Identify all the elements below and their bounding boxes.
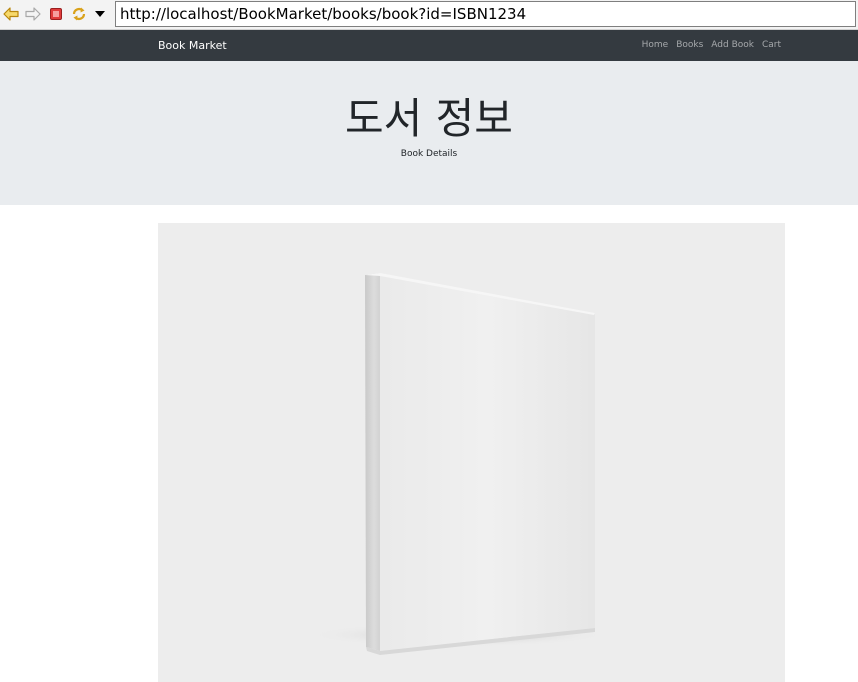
nav-link-home[interactable]: Home bbox=[642, 30, 669, 61]
page-title: 도서 정보 bbox=[345, 94, 513, 143]
jumbotron: 도서 정보 Book Details bbox=[0, 61, 858, 205]
nav-link-books[interactable]: Books bbox=[676, 30, 703, 61]
navbar: Book Market Home Books Add Book Cart bbox=[0, 30, 858, 61]
nav-link-cart[interactable]: Cart bbox=[762, 30, 781, 61]
navbar-brand[interactable]: Book Market bbox=[158, 30, 227, 61]
dropdown-arrow-icon[interactable] bbox=[90, 4, 110, 24]
page-subtitle: Book Details bbox=[400, 149, 458, 159]
refresh-icon[interactable] bbox=[69, 4, 89, 24]
browser-toolbar bbox=[0, 0, 858, 30]
stop-icon[interactable] bbox=[46, 4, 66, 24]
forward-icon[interactable] bbox=[23, 4, 43, 24]
nav-links: Home Books Add Book Cart bbox=[642, 30, 781, 61]
book-image bbox=[158, 223, 785, 682]
back-icon[interactable] bbox=[1, 4, 21, 24]
book-cover-image bbox=[308, 273, 608, 655]
nav-link-add-book[interactable]: Add Book bbox=[711, 30, 754, 61]
address-bar-input[interactable] bbox=[115, 1, 856, 27]
